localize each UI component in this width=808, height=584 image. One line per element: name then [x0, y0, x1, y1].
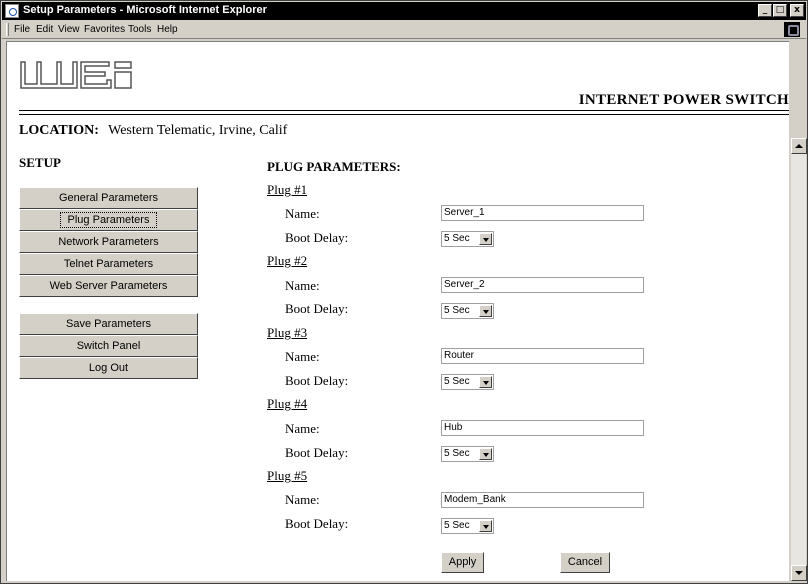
- maximize-button[interactable]: □: [773, 4, 787, 17]
- menu-edit[interactable]: Edit: [36, 24, 53, 35]
- boot-delay-label: Boot Delay:: [285, 516, 349, 531]
- plug-title: Plug #4: [267, 396, 308, 411]
- scroll-up-icon[interactable]: [791, 138, 807, 154]
- menu-view[interactable]: View: [58, 24, 80, 35]
- menu-file[interactable]: File: [14, 24, 30, 35]
- page-content: INTERNET POWER SWITCH LOCATION: Western …: [6, 41, 789, 581]
- title-bar: Setup Parameters - Microsoft Internet Ex…: [2, 2, 806, 20]
- close-button[interactable]: x: [790, 4, 804, 17]
- wti-logo: [20, 61, 132, 89]
- name-label: Name:: [285, 421, 320, 436]
- chevron-down-icon[interactable]: [479, 233, 492, 245]
- plug-4-name-input[interactable]: Hub: [441, 420, 644, 436]
- menu-tools[interactable]: Tools: [128, 24, 151, 35]
- select-value: 5 Sec: [444, 233, 470, 244]
- boot-delay-label: Boot Delay:: [285, 230, 349, 245]
- nav-label: Log Out: [88, 362, 129, 374]
- select-value: 5 Sec: [444, 305, 470, 316]
- plug-parameters-heading: PLUG PARAMETERS:: [267, 159, 401, 174]
- window-bottom-border: [6, 581, 790, 583]
- name-label: Name:: [285, 278, 320, 293]
- nav-label: Plug Parameters: [59, 212, 158, 228]
- plug-title: Plug #5: [267, 468, 308, 483]
- internet-explorer-icon: [5, 4, 19, 18]
- select-value: 5 Sec: [444, 376, 470, 387]
- menu-favorites[interactable]: Favorites: [84, 24, 125, 35]
- header-divider: [19, 110, 789, 115]
- name-label: Name:: [285, 492, 320, 507]
- setup-nav: General Parameters Plug Parameters Netwo…: [19, 187, 198, 297]
- name-label: Name:: [285, 206, 320, 221]
- scroll-down-icon[interactable]: [791, 565, 807, 581]
- nav-label: General Parameters: [58, 192, 159, 204]
- plug-5-name-input[interactable]: Modem_Bank: [441, 492, 644, 508]
- nav-label: Web Server Parameters: [49, 280, 168, 292]
- log-out-button[interactable]: Log Out: [19, 357, 198, 379]
- plug-parameters-button[interactable]: Plug Parameters: [19, 209, 198, 231]
- boot-delay-label: Boot Delay:: [285, 373, 349, 388]
- nav-label: Telnet Parameters: [63, 258, 154, 270]
- plug-3-boot-delay-select[interactable]: 5 Sec: [441, 374, 494, 390]
- plug-title: Plug #2: [267, 253, 308, 268]
- chevron-down-icon[interactable]: [479, 305, 492, 317]
- save-parameters-button[interactable]: Save Parameters: [19, 313, 198, 335]
- select-value: 5 Sec: [444, 520, 470, 531]
- telnet-parameters-button[interactable]: Telnet Parameters: [19, 253, 198, 275]
- switch-panel-button[interactable]: Switch Panel: [19, 335, 198, 357]
- menu-bar: File Edit View Favorites Tools Help: [2, 21, 806, 39]
- nav-label: Save Parameters: [66, 318, 151, 330]
- setup-heading: SETUP: [19, 155, 61, 170]
- plug-1-name-input[interactable]: Server_1: [441, 205, 644, 221]
- chevron-down-icon[interactable]: [479, 448, 492, 460]
- action-nav: Save Parameters Switch Panel Log Out: [19, 313, 198, 379]
- nav-label: Switch Panel: [76, 340, 141, 352]
- boot-delay-label: Boot Delay:: [285, 445, 349, 460]
- vertical-scrollbar[interactable]: [790, 138, 807, 581]
- plug-4-boot-delay-select[interactable]: 5 Sec: [441, 446, 494, 462]
- window-controls: _ □ x: [758, 4, 804, 17]
- plug-title: Plug #3: [267, 325, 308, 340]
- network-parameters-button[interactable]: Network Parameters: [19, 231, 198, 253]
- product-title: INTERNET POWER SWITCH: [578, 92, 789, 108]
- cancel-button[interactable]: Cancel: [560, 552, 610, 573]
- plug-2-name-input[interactable]: Server_2: [441, 277, 644, 293]
- select-value: 5 Sec: [444, 448, 470, 459]
- location-line: LOCATION: Western Telematic, Irvine, Cal…: [19, 123, 287, 139]
- window-title: Setup Parameters - Microsoft Internet Ex…: [23, 4, 267, 16]
- apply-button[interactable]: Apply: [441, 552, 484, 573]
- web-server-parameters-button[interactable]: Web Server Parameters: [19, 275, 198, 297]
- plug-2-boot-delay-select[interactable]: 5 Sec: [441, 303, 494, 319]
- chevron-down-icon[interactable]: [479, 520, 492, 532]
- menu-help[interactable]: Help: [157, 24, 178, 35]
- toolbar-grip[interactable]: [6, 23, 9, 36]
- plug-3-name-input[interactable]: Router: [441, 348, 644, 364]
- windows-logo-icon: [784, 22, 800, 37]
- chevron-down-icon[interactable]: [479, 376, 492, 388]
- general-parameters-button[interactable]: General Parameters: [19, 187, 198, 209]
- location-value: Western Telematic, Irvine, Calif: [108, 123, 288, 138]
- boot-delay-label: Boot Delay:: [285, 301, 349, 316]
- name-label: Name:: [285, 349, 320, 364]
- nav-label: Network Parameters: [58, 236, 159, 248]
- minimize-button[interactable]: _: [758, 4, 772, 17]
- browser-window: Setup Parameters - Microsoft Internet Ex…: [0, 0, 808, 584]
- plug-5-boot-delay-select[interactable]: 5 Sec: [441, 518, 494, 534]
- plug-title: Plug #1: [267, 182, 308, 197]
- location-label: LOCATION:: [19, 123, 99, 138]
- plug-1-boot-delay-select[interactable]: 5 Sec: [441, 231, 494, 247]
